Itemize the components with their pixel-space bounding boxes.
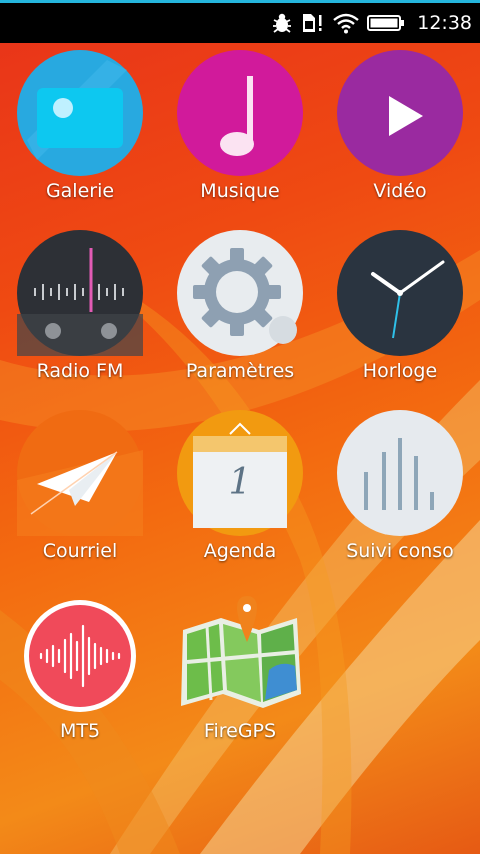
app-label: MT5 <box>59 720 101 742</box>
app-horloge[interactable]: Horloge <box>320 224 480 404</box>
app-suivi-conso[interactable]: Suivi conso <box>320 404 480 584</box>
app-agenda[interactable]: 1 Agenda <box>160 404 320 584</box>
wifi-icon <box>333 12 360 34</box>
calendar-day: 1 <box>228 462 252 503</box>
app-galerie[interactable]: Galerie <box>0 44 160 224</box>
home-screen: 12:38 Galerie Musique Vidéo Radio FM Par… <box>0 0 480 854</box>
calendar-icon: 1 <box>177 410 303 536</box>
app-label: Courriel <box>42 540 118 562</box>
paper-plane-icon <box>17 410 143 536</box>
sim-card-icon <box>301 12 325 34</box>
bug-icon <box>271 12 293 34</box>
app-label: Horloge <box>362 360 438 382</box>
status-time: 12:38 <box>417 12 472 34</box>
app-label: Agenda <box>203 540 277 562</box>
map-pin-icon <box>177 590 303 716</box>
usage-bars-icon <box>337 410 463 536</box>
app-musique[interactable]: Musique <box>160 44 320 224</box>
app-label: Suivi conso <box>346 540 454 562</box>
app-parametres[interactable]: Paramètres <box>160 224 320 404</box>
app-label: Musique <box>200 180 280 202</box>
gear-icon <box>177 230 303 356</box>
clock-icon <box>337 230 463 356</box>
app-radio-fm[interactable]: Radio FM <box>0 224 160 404</box>
status-bar: 12:38 <box>0 3 480 43</box>
battery-icon <box>367 12 405 34</box>
app-label: Paramètres <box>185 360 295 382</box>
app-courriel[interactable]: Courriel <box>0 404 160 584</box>
app-mt5[interactable]: MT5 <box>0 584 160 764</box>
app-firegps[interactable]: FireGPS <box>160 584 320 764</box>
music-note-icon <box>177 50 303 176</box>
app-video[interactable]: Vidéo <box>320 44 480 224</box>
app-label: Vidéo <box>373 180 427 202</box>
app-label: Radio FM <box>36 360 124 382</box>
app-label: Galerie <box>45 180 115 202</box>
play-icon <box>337 50 463 176</box>
gallery-icon <box>17 50 143 176</box>
radio-icon <box>17 230 143 356</box>
app-label: FireGPS <box>203 720 277 742</box>
waveform-icon <box>17 590 143 716</box>
